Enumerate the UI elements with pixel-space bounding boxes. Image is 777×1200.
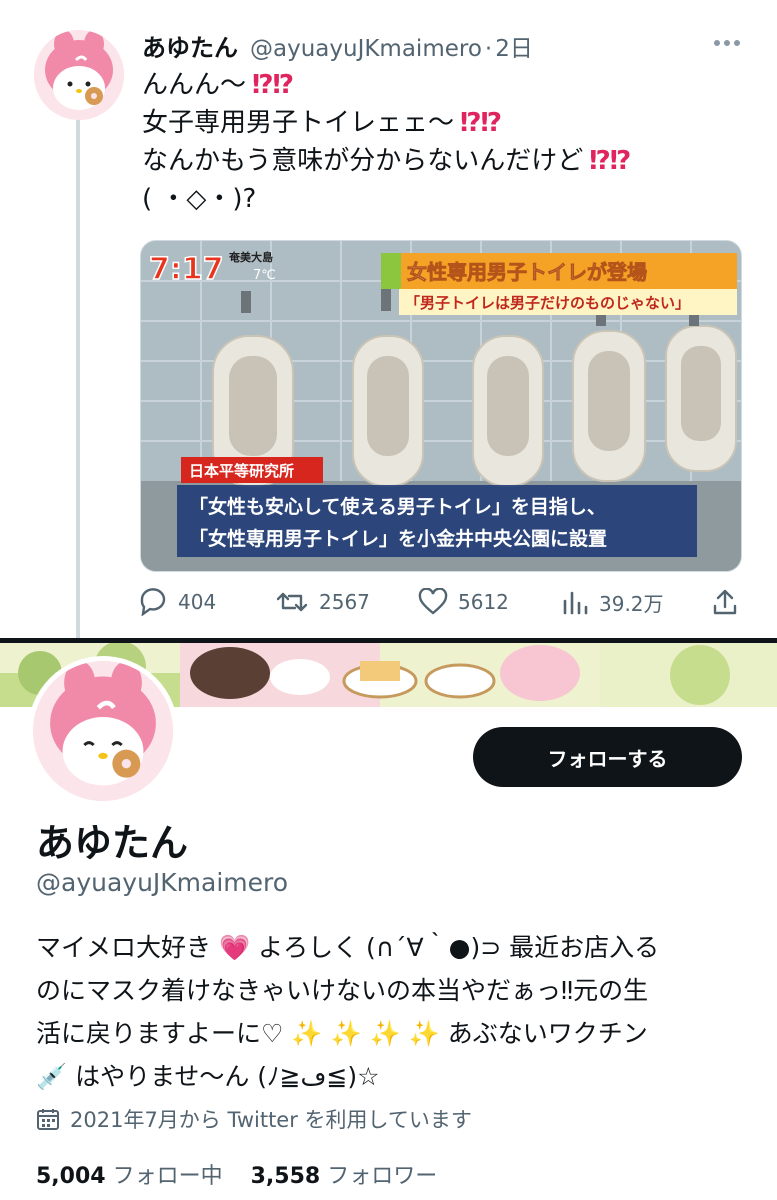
profile-avatar[interactable] <box>28 656 178 806</box>
broadcast-clock: 7:17 <box>149 252 224 287</box>
news-headline: 女性専用男子トイレが登場 <box>407 260 647 284</box>
retweet-button[interactable]: 2567 <box>275 588 370 616</box>
following-label: フォロー中 <box>112 1164 223 1189</box>
broadcast-temperature: 7℃ <box>253 268 276 283</box>
tweet-line-3: なんかもう意味が分からないんだけど <box>142 146 584 176</box>
joined-text: 2021年7月から Twitter を利用しています <box>70 1108 472 1132</box>
profile-handle: @ayuayuJKmaimero <box>36 868 289 897</box>
broadcast-location: 奄美大島 <box>228 250 273 264</box>
like-button[interactable]: 5612 <box>418 588 509 616</box>
news-caption-1: 「女性も安心して使える男子トイレ」を目指し、 <box>189 495 606 518</box>
following-link[interactable]: 5,004 フォロー中 <box>36 1164 223 1189</box>
thread-line <box>76 120 80 640</box>
bio-text: よろしく (∩´∀｀●)⊃ 最近お店入る <box>258 933 660 962</box>
tweet-actions: 404 2567 5612 39.2万 <box>138 588 743 628</box>
tweet-line-2: 女子専用男子トイレェェ〜 <box>142 108 455 138</box>
syringe-icon: 💉 <box>36 1062 68 1091</box>
exclamation-question-icon: ⁉⁉ <box>252 70 294 100</box>
reply-button[interactable]: 404 <box>138 588 216 616</box>
news-subheadline: 「男子トイレは男子だけのものじゃない」 <box>405 294 690 312</box>
tweet-card[interactable]: あゆたん @ayuayuJKmaimero · 2日 んんん〜 ⁉⁉ 女子専用男子… <box>0 0 777 640</box>
share-icon <box>713 589 737 615</box>
tweet-author-name[interactable]: あゆたん <box>142 28 238 63</box>
tweet-media-image[interactable]: 7:17 奄美大島 7℃ 女性専用男子トイレが登場 「男子トイレは男子だけのもの… <box>140 240 742 572</box>
tweet-line-4: ( ・◇・)? <box>142 184 257 214</box>
sparkles-icon: ✨ ✨ ✨ ✨ <box>291 1019 440 1048</box>
following-count: 5,004 <box>36 1164 106 1189</box>
view-count: 39.2万 <box>599 592 664 616</box>
exclamation-question-icon: ⁉⁉ <box>589 146 631 176</box>
views-chart-icon <box>563 591 588 614</box>
exclamation-question-icon: ⁉⁉ <box>460 108 502 138</box>
more-options-icon[interactable] <box>712 38 742 48</box>
views-button[interactable]: 39.2万 <box>561 588 664 617</box>
share-button[interactable] <box>711 588 749 616</box>
tweet-header: あゆたん @ayuayuJKmaimero · 2日 <box>142 28 533 63</box>
bio-text: あぶないワクチン <box>447 1019 648 1048</box>
followers-label: フォロワー <box>327 1164 438 1189</box>
profile-name: あゆたん <box>36 821 189 865</box>
profile-stats: 5,004 フォロー中 3,558 フォロワー <box>36 1158 437 1190</box>
news-caption-2: 「女性専用男子トイレ」を小金井中央公園に設置 <box>189 527 607 550</box>
profile-bio: マイメロ大好き 💗 よろしく (∩´∀｀●)⊃ 最近お店入る のにマスク着けなき… <box>36 926 756 1098</box>
like-count: 5612 <box>458 590 509 614</box>
bio-text: はやりませ〜ん (ﾉ≧ڡ≦)☆ <box>75 1062 380 1091</box>
tweet-avatar[interactable] <box>34 30 124 120</box>
tweet-text: んんん〜 ⁉⁉ 女子専用男子トイレェェ〜 ⁉⁉ なんかもう意味が分からないんだけど ⁉… <box>142 66 752 218</box>
separator-dot: · <box>484 36 493 62</box>
retweet-count: 2567 <box>319 590 370 614</box>
retweet-icon <box>276 592 308 612</box>
bio-text: マイメロ大好き <box>36 933 212 962</box>
reply-count: 404 <box>178 590 217 614</box>
followers-count: 3,558 <box>250 1164 321 1189</box>
followers-link[interactable]: 3,558 フォロワー <box>251 1164 438 1189</box>
heart-icon <box>418 588 448 615</box>
heart-emoji-icon: 💗 <box>218 933 251 962</box>
follow-button[interactable]: フォローする <box>473 727 742 787</box>
bio-text: のにマスク着けなきゃいけないの本当やだぁっ‼元の生 <box>36 976 649 1005</box>
calendar-icon <box>37 1109 59 1130</box>
profile-joined-date: 2021年7月から Twitter を利用しています <box>36 1104 472 1134</box>
tweet-author-handle[interactable]: @ayuayuJKmaimero <box>250 36 482 62</box>
bio-text: 活に戻りますよーに♡ <box>36 1019 284 1048</box>
tweet-timestamp[interactable]: 2日 <box>495 29 533 63</box>
news-source: 日本平等研究所 <box>189 462 294 480</box>
tweet-line-1: んんん〜 <box>142 70 247 100</box>
reply-icon <box>140 588 166 616</box>
